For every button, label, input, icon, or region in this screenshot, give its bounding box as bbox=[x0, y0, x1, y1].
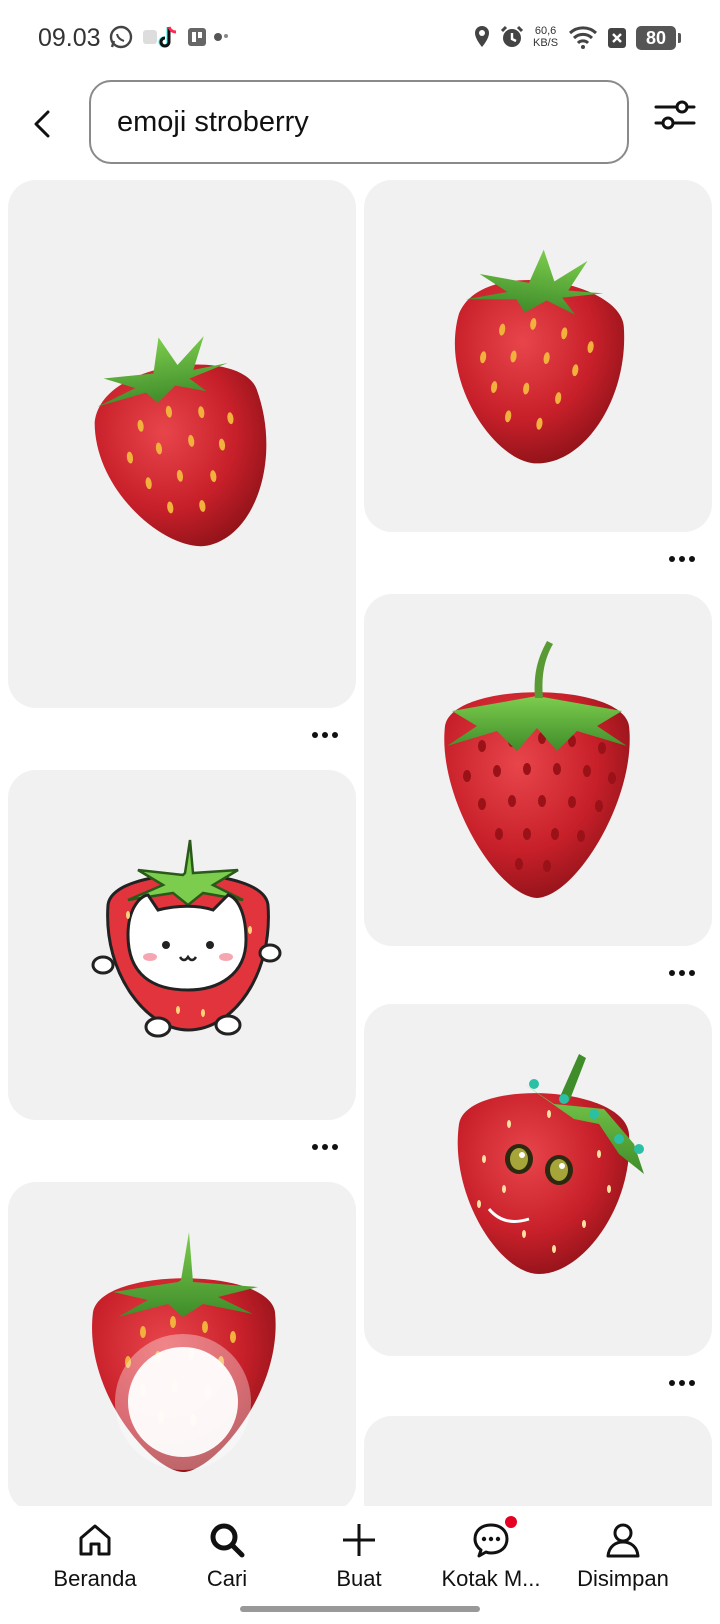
profile-icon bbox=[606, 1523, 640, 1558]
nav-home[interactable]: Beranda bbox=[30, 1520, 160, 1592]
strawberry-image bbox=[444, 641, 630, 898]
notification-app-icon bbox=[186, 24, 208, 55]
more-options-button[interactable] bbox=[667, 1373, 707, 1393]
more-options-button[interactable] bbox=[667, 963, 707, 983]
pin-card[interactable] bbox=[8, 180, 356, 708]
no-sim-icon bbox=[606, 24, 628, 55]
more-options-button[interactable] bbox=[310, 1137, 350, 1157]
search-input[interactable] bbox=[117, 102, 597, 142]
nav-saved-label: Disimpan bbox=[577, 1566, 669, 1591]
nav-create[interactable]: Buat bbox=[294, 1520, 424, 1592]
more-notifications-icon bbox=[212, 24, 234, 55]
whatsapp-icon bbox=[108, 24, 134, 55]
network-speed: 60,6 KB/S bbox=[533, 25, 558, 49]
face-strawberry-image bbox=[457, 1054, 644, 1274]
app-icon bbox=[140, 24, 160, 55]
status-time: 09.03 bbox=[38, 24, 101, 52]
pin-card[interactable] bbox=[364, 594, 712, 946]
more-options-button[interactable] bbox=[310, 725, 350, 745]
nav-inbox-label: Kotak M... bbox=[441, 1566, 541, 1591]
chat-icon bbox=[473, 1523, 509, 1558]
chevron-left-icon bbox=[34, 110, 50, 138]
strawberry-image bbox=[92, 1232, 276, 1472]
alarm-icon bbox=[499, 24, 525, 55]
notification-dot bbox=[505, 1516, 517, 1528]
strawberry-image bbox=[454, 249, 625, 464]
more-options-button[interactable] bbox=[667, 549, 707, 569]
status-bar: 09.03 60,6 KB/S 80 bbox=[0, 0, 720, 76]
nav-create-label: Buat bbox=[336, 1566, 382, 1591]
pin-card[interactable] bbox=[364, 1004, 712, 1356]
home-icon bbox=[79, 1524, 111, 1556]
battery-indicator: 80 bbox=[636, 26, 681, 50]
back-button[interactable] bbox=[24, 100, 64, 148]
cat-strawberry-sticker bbox=[91, 839, 282, 1038]
sliders-icon bbox=[654, 100, 696, 130]
pin-card[interactable] bbox=[8, 1182, 356, 1512]
pin-card[interactable] bbox=[8, 770, 356, 1120]
network-speed-value: 60,6 bbox=[534, 25, 557, 37]
filter-button[interactable] bbox=[652, 96, 698, 136]
tiktok-icon bbox=[158, 24, 180, 55]
home-indicator[interactable] bbox=[240, 1606, 480, 1612]
nav-search[interactable]: Cari bbox=[162, 1520, 292, 1592]
wifi-icon bbox=[568, 24, 598, 55]
pin-card[interactable] bbox=[364, 180, 712, 532]
strawberry-image bbox=[94, 336, 267, 547]
search-icon bbox=[210, 1523, 245, 1558]
location-icon bbox=[472, 24, 492, 55]
nav-home-label: Beranda bbox=[53, 1566, 137, 1591]
network-speed-unit: KB/S bbox=[533, 37, 559, 49]
nav-search-label: Cari bbox=[206, 1566, 248, 1591]
plus-icon bbox=[343, 1524, 375, 1556]
nav-inbox[interactable]: Kotak M... bbox=[426, 1516, 556, 1592]
nav-saved[interactable]: Disimpan bbox=[558, 1520, 688, 1592]
search-bar[interactable] bbox=[89, 80, 629, 164]
